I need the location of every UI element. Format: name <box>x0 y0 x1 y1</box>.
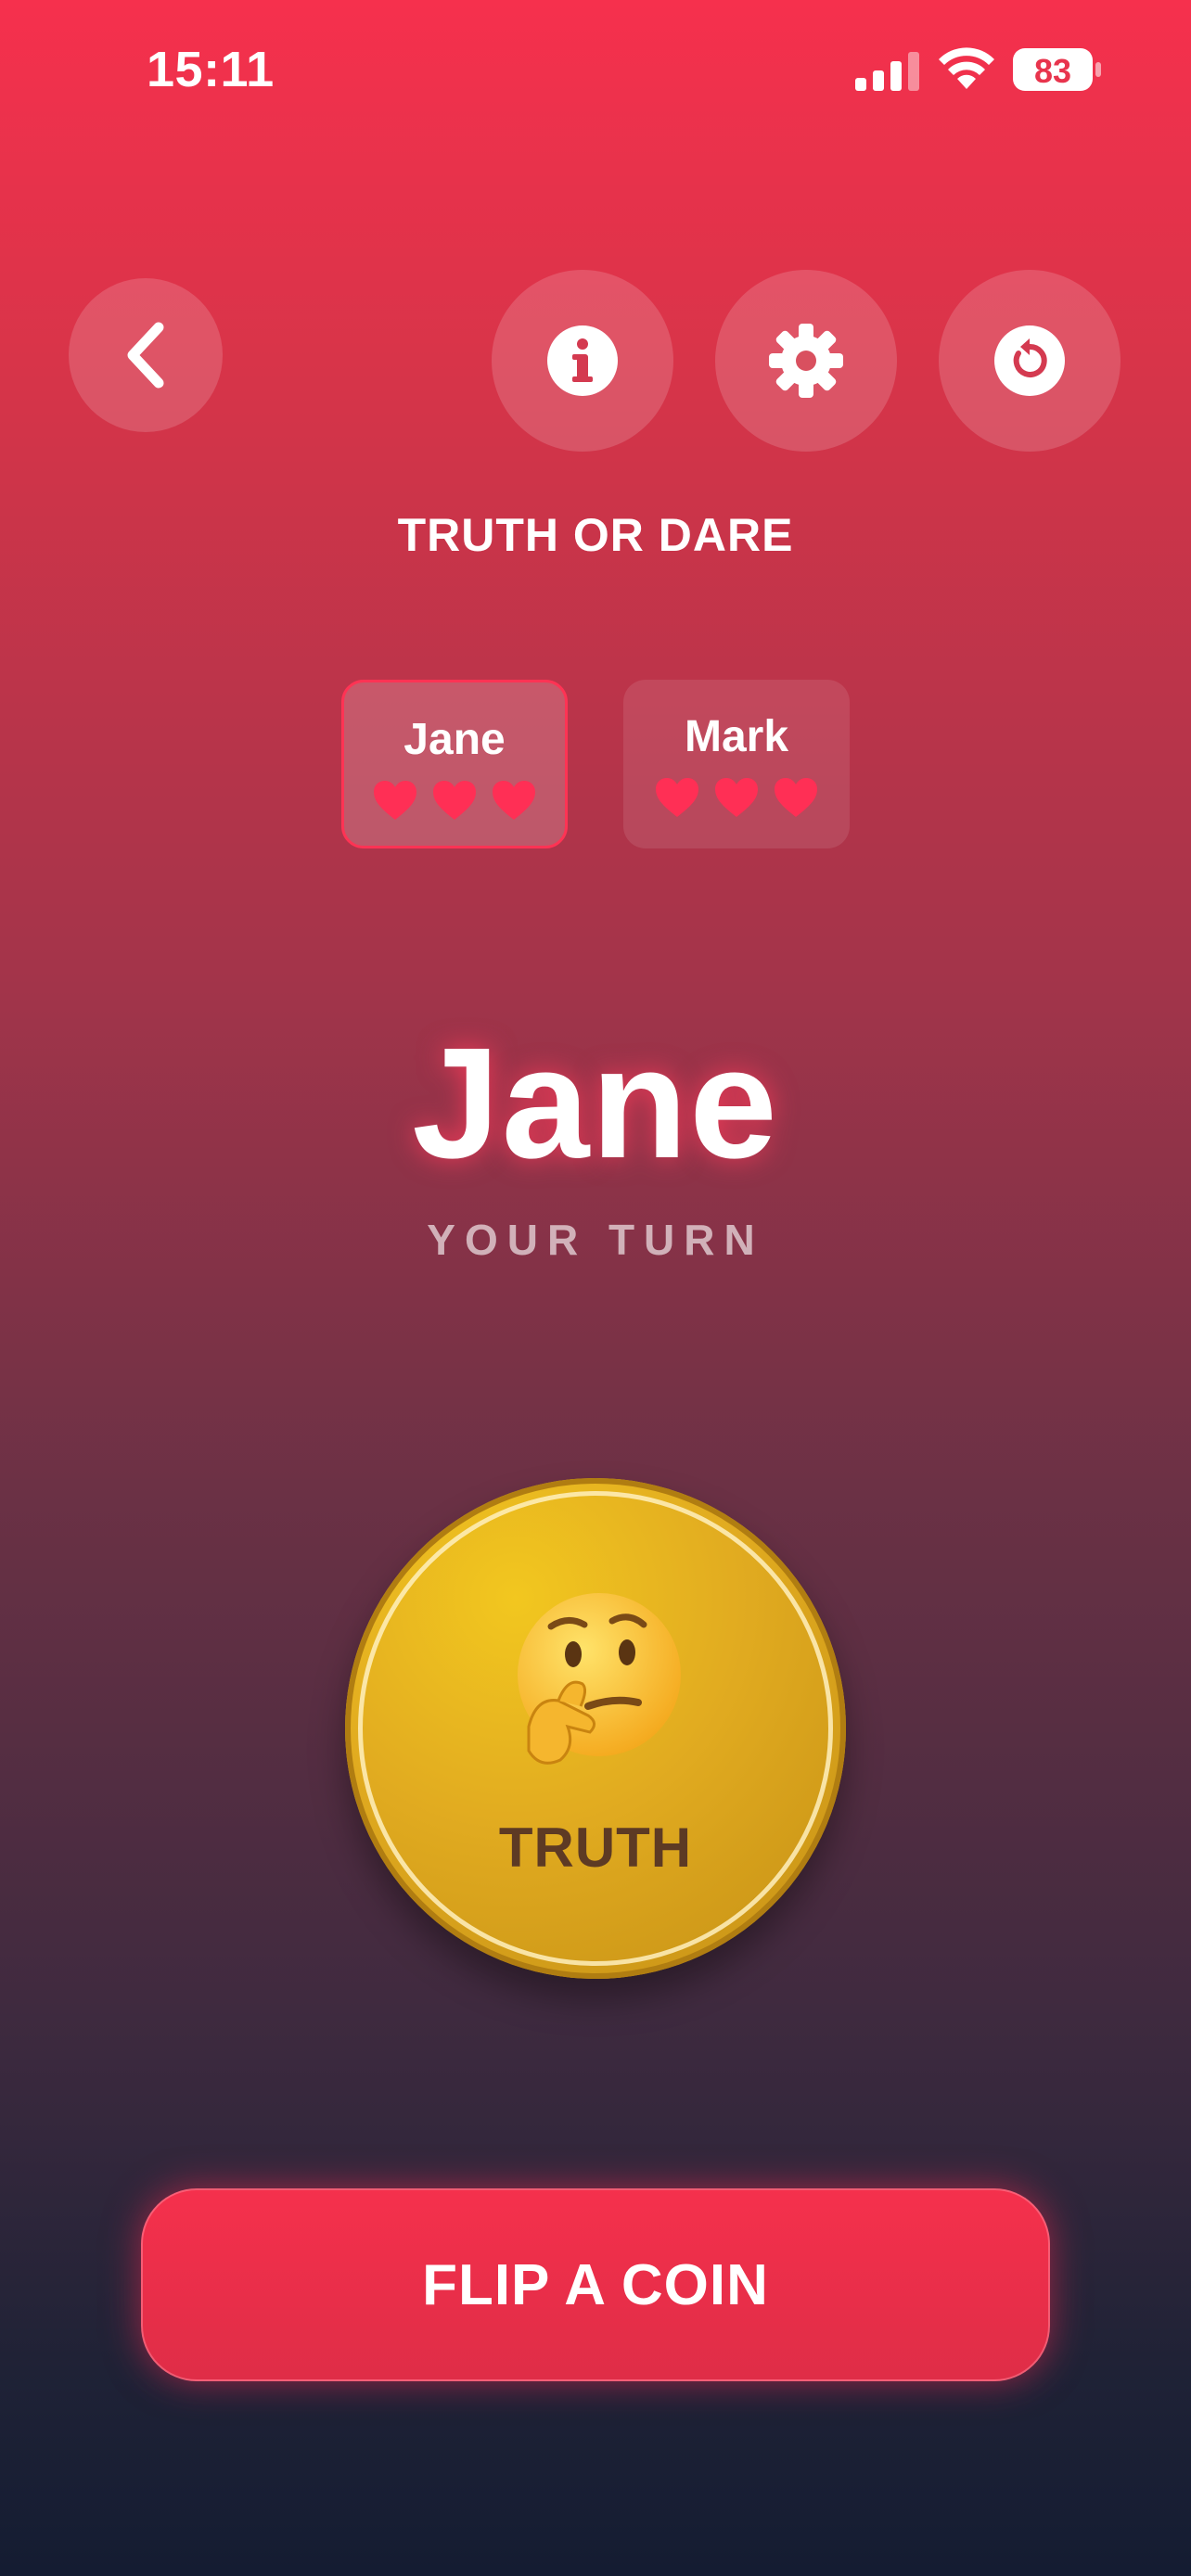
current-player-name: Jane <box>412 1015 779 1192</box>
thinking-face-icon <box>518 1593 681 1765</box>
lives-indicator <box>655 777 818 818</box>
restart-button[interactable] <box>939 270 1121 452</box>
battery-level: 83 <box>1033 52 1072 90</box>
settings-button[interactable] <box>715 270 897 452</box>
restart-icon <box>994 325 1065 396</box>
status-time: 15:11 <box>147 42 275 97</box>
heart-icon <box>493 781 535 820</box>
coin[interactable]: TRUTH <box>345 1478 846 1979</box>
info-icon <box>547 325 618 396</box>
flip-coin-button[interactable]: FLIP A COIN <box>141 2188 1050 2381</box>
heart-icon <box>433 781 476 820</box>
lives-indicator <box>373 780 536 821</box>
player-name: Mark <box>684 712 789 761</box>
back-button[interactable] <box>69 278 223 432</box>
turn-label: YOUR TURN <box>427 1216 764 1264</box>
heart-icon <box>374 781 416 820</box>
battery-icon: 83 <box>1013 48 1102 91</box>
heart-icon <box>775 778 817 817</box>
wifi-icon <box>939 47 994 89</box>
signal-icon <box>855 52 919 91</box>
heart-icon <box>715 778 758 817</box>
player-name: Jane <box>403 715 506 764</box>
coin-result-label: TRUTH <box>498 1817 693 1879</box>
player-card-mark[interactable]: Mark <box>623 680 850 848</box>
gear-icon <box>769 324 843 398</box>
status-bar: 15:11 83 <box>0 0 1191 139</box>
info-button[interactable] <box>492 270 673 452</box>
page-title: TRUTH OR DARE <box>397 509 794 561</box>
chevron-left-icon <box>127 322 164 389</box>
heart-icon <box>656 778 698 817</box>
player-card-jane[interactable]: Jane <box>341 680 568 848</box>
